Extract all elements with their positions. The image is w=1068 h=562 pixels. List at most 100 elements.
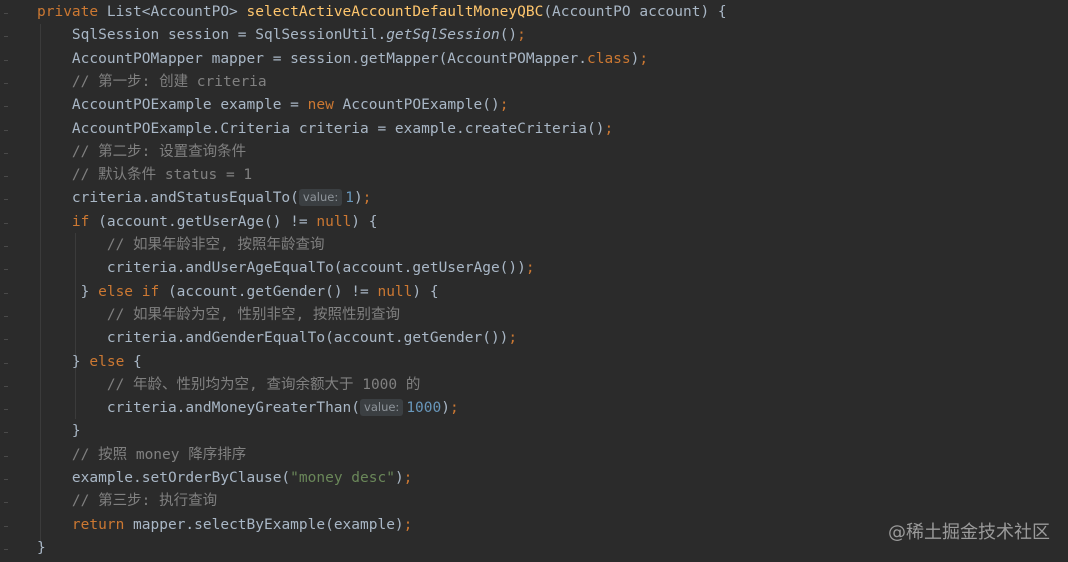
code-token: AccountPOMapper mapper = session.getMapp… (37, 50, 587, 67)
code-token: } (37, 283, 99, 300)
code-token: else if (98, 283, 160, 300)
code-line[interactable]: AccountPOExample.Criteria criteria = exa… (37, 118, 613, 141)
code-token: ; (403, 516, 413, 533)
code-token: ; (403, 470, 413, 486)
code-token: class (586, 50, 631, 67)
code-token: AccountPOExample example = (37, 97, 308, 114)
code-token: if (71, 213, 90, 230)
code-line[interactable]: // 如果年龄非空, 按照年龄查询 (37, 234, 325, 257)
code-line[interactable]: } (37, 420, 81, 443)
gutter-mark (4, 315, 8, 317)
code-line[interactable]: // 第一步: 创建 criteria (37, 71, 267, 94)
code-token: null (316, 213, 352, 230)
code-token: ) (394, 470, 404, 486)
gutter-mark (4, 152, 8, 154)
gutter-mark (4, 385, 8, 387)
code-token: criteria.andUserAgeEqualTo(account.getUs… (37, 260, 526, 277)
code-line[interactable]: // 第三步: 执行查询 (37, 490, 217, 513)
code-line[interactable]: } (37, 537, 46, 560)
code-token: SqlSession session = SqlSessionUtil. (37, 27, 387, 44)
code-token: // 按照 money 降序排序 (37, 446, 247, 463)
code-token: getSqlSession (386, 27, 500, 44)
code-line[interactable]: } else { (37, 351, 142, 374)
code-token: // 年龄、性别均为空, 查询余额大于 1000 的 (37, 376, 421, 393)
gutter-mark (4, 339, 8, 341)
code-token: ; (508, 330, 518, 347)
code-line[interactable]: criteria.andGenderEqualTo(account.getGen… (37, 327, 517, 350)
code-token: criteria.andMoneyGreaterThan( (37, 400, 361, 417)
code-line[interactable]: // 按照 money 降序排序 (37, 444, 246, 467)
editor-gutter (0, 0, 14, 562)
code-line[interactable]: SqlSession session = SqlSessionUtil.getS… (37, 24, 526, 47)
code-token: ; (499, 97, 509, 114)
watermark-text: @稀土掘金技术社区 (888, 522, 1050, 543)
gutter-mark (4, 362, 8, 364)
gutter-mark (4, 82, 8, 84)
code-token: // 第一步: 创建 criteria (37, 73, 267, 90)
gutter-mark (4, 525, 8, 527)
code-token: AccountPOExample() (333, 97, 500, 114)
code-token: // 第二步: 设置查询条件 (37, 143, 247, 160)
code-token: 1 (345, 190, 354, 207)
code-token: return (71, 516, 125, 533)
code-line[interactable]: } else if (account.getGender() != null) … (37, 281, 439, 304)
gutter-mark (4, 13, 8, 14)
code-token: () (499, 27, 518, 44)
gutter-mark (4, 106, 8, 108)
code-token: ) (353, 190, 363, 207)
code-token: } (37, 423, 81, 440)
code-token: ) (441, 400, 450, 417)
code-line[interactable]: // 第二步: 设置查询条件 (37, 141, 246, 164)
code-token: selectActiveAccountDefaultMoneyQBC (246, 4, 544, 20)
gutter-mark (4, 432, 8, 434)
code-line[interactable]: criteria.andMoneyGreaterThan(value: 1000)… (37, 397, 459, 420)
code-editor[interactable]: private List<AccountPO> selectActiveAcco… (0, 0, 1068, 562)
code-line[interactable]: // 如果年龄为空, 性别非空, 按照性别查询 (37, 304, 400, 327)
code-line[interactable]: return mapper.selectByExample(example); (37, 514, 412, 537)
code-token: } (37, 353, 90, 370)
code-token: // 第三步: 执行查询 (37, 493, 218, 510)
code-line[interactable]: // 年龄、性别均为空, 查询余额大于 1000 的 (37, 374, 421, 397)
gutter-mark (4, 409, 8, 411)
code-token: AccountPOExample.Criteria criteria = exa… (37, 120, 605, 137)
gutter-mark (4, 479, 8, 480)
code-token: ; (449, 400, 459, 417)
code-token: null (377, 283, 413, 300)
gutter-mark (4, 176, 8, 178)
code-token: (account.getGender() != (159, 283, 378, 300)
code-token: ) { (412, 283, 439, 300)
gutter-mark (4, 548, 8, 550)
code-line[interactable]: // 默认条件 status = 1 (37, 164, 252, 187)
code-token: ; (525, 260, 535, 277)
code-token: ) { (351, 213, 378, 230)
gutter-mark (4, 199, 8, 201)
code-line[interactable]: private List<AccountPO> selectActiveAcco… (37, 1, 727, 24)
code-token: // 如果年龄为空, 性别非空, 按照性别查询 (37, 306, 400, 323)
code-token: example.setOrderByClause( (37, 470, 291, 486)
parameter-hint: value: (360, 399, 404, 417)
gutter-mark (4, 292, 8, 294)
parameter-hint: value: (298, 189, 343, 207)
gutter-mark (4, 502, 8, 504)
code-token: (AccountPO account) { (543, 4, 727, 20)
code-line[interactable]: if (account.getUserAge() != null) { (37, 211, 378, 234)
code-token: ; (604, 120, 614, 137)
code-line[interactable]: AccountPOExample example = new AccountPO… (37, 94, 509, 117)
code-line[interactable]: example.setOrderByClause("money desc"); (37, 467, 413, 490)
gutter-mark (4, 36, 8, 38)
code-token: List<AccountPO> (98, 4, 247, 20)
code-line[interactable]: AccountPOMapper mapper = session.getMapp… (37, 48, 648, 71)
code-line[interactable]: criteria.andUserAgeEqualTo(account.getUs… (37, 257, 535, 280)
code-token: criteria.andGenderEqualTo(account.getGen… (37, 330, 509, 347)
code-token: new (307, 97, 334, 114)
gutter-mark (4, 246, 8, 247)
code-token: ; (517, 27, 526, 44)
code-token: else (89, 353, 125, 370)
code-line[interactable]: criteria.andStatusEqualTo(value: 1); (37, 187, 371, 210)
code-token: mapper.selectByExample(example) (124, 516, 404, 533)
code-token: (account.getUserAge() != (89, 213, 317, 230)
code-token: { (124, 353, 142, 370)
code-token: // 如果年龄非空, 按照年龄查询 (37, 237, 325, 253)
